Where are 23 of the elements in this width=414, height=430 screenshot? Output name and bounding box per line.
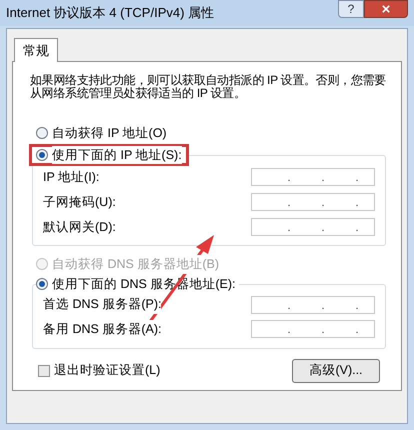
help-button[interactable]: ? [338, 0, 364, 18]
ip-address-field[interactable]: . . . [251, 320, 375, 338]
advanced-button[interactable]: 高级(V)... [292, 358, 380, 383]
radio-label: 自动获得 DNS 服务器地址(B) [52, 254, 219, 274]
radio-button[interactable] [36, 278, 48, 290]
field-label: 首选 DNS 服务器(P): [43, 295, 162, 314]
ip-address-field[interactable]: . . . [251, 168, 375, 186]
checkbox[interactable] [38, 364, 50, 377]
field-label: IP 地址(I): [43, 168, 100, 187]
ip-address-field[interactable]: . . . [251, 193, 375, 212]
radio-button[interactable] [36, 127, 48, 139]
radio-label: 使用下面的 IP 地址(S): [52, 146, 182, 164]
radio-label: 自动获得 IP 地址(O) [52, 124, 167, 142]
window-title: Internet 协议版本 4 (TCP/IPv4) 属性 [6, 4, 214, 22]
radio-button[interactable] [36, 149, 48, 161]
tab[interactable]: 常规 [14, 38, 58, 62]
ip-address-field[interactable]: . . . [251, 218, 375, 236]
field-label: 默认网关(D): [43, 218, 116, 236]
description-text: 如果网络支持此功能，则可以获取自动指派的 IP 设置。否则，您需要从网络系统管理员处获得适当的 IP 设置。 [30, 74, 387, 100]
ip-address-field[interactable]: . . . [251, 296, 375, 314]
field-label: 备用 DNS 服务器(A): [43, 320, 162, 339]
checkbox-label: 退出时验证设置(L) [54, 362, 160, 380]
close-button[interactable]: × [364, 0, 408, 18]
